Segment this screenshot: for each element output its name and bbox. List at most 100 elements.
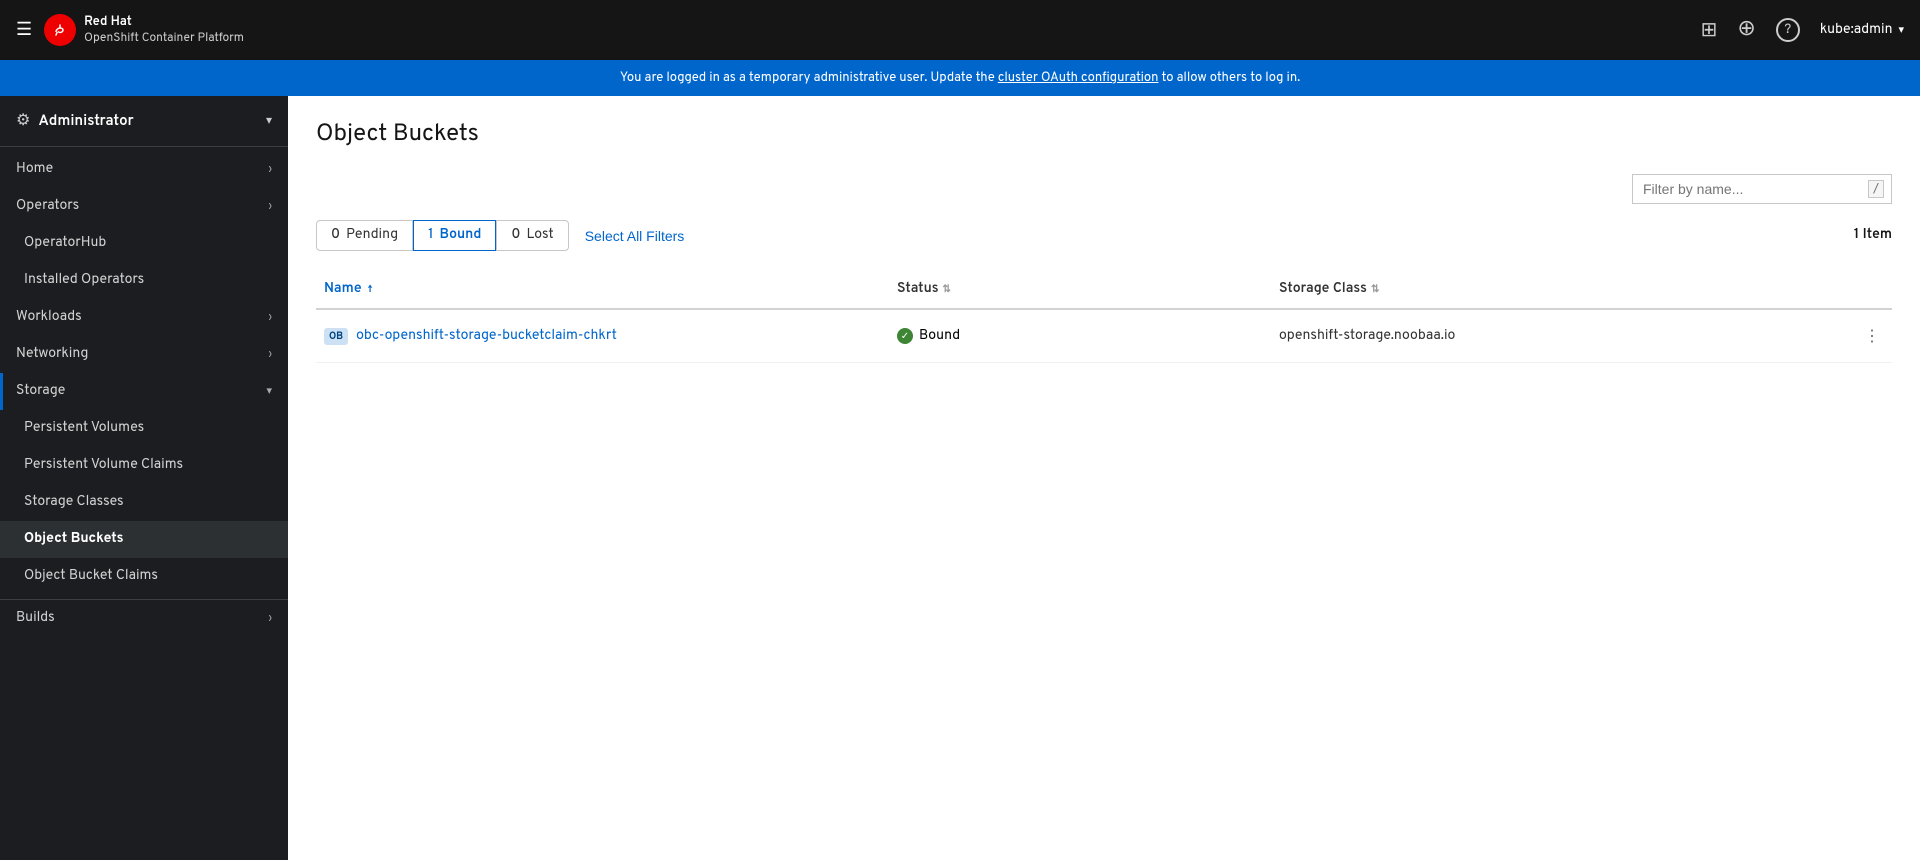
object-bucket-link[interactable]: obc-openshift-storage-bucketclaim-chkrt (356, 328, 617, 345)
banner-message-end: to allow others to log in. (1162, 70, 1301, 86)
topbar-right: ⊞ ⊕ ? kube:admin ▾ (1701, 16, 1904, 44)
sidebar-item-networking[interactable]: Networking › (0, 336, 288, 373)
col-name-label: Name (324, 281, 362, 298)
filter-badge-lost[interactable]: 0 Lost (496, 220, 568, 251)
table: Name ↑ Status ⇅ Storage Class ⇅ OB obc-o… (316, 271, 1892, 363)
pending-label: Pending (346, 227, 398, 244)
page-title: Object Buckets (316, 120, 1892, 150)
filter-input-wrap: / (1632, 174, 1892, 204)
logo-line1: Red Hat (84, 14, 244, 30)
sidebar-item-persistent-volumes[interactable]: Persistent Volumes (0, 410, 288, 447)
sidebar-item-object-buckets-label: Object Buckets (24, 531, 124, 548)
select-all-filters-button[interactable]: Select All Filters (585, 228, 685, 244)
filter-badge-pending[interactable]: 0 Pending (316, 220, 413, 251)
sidebar-item-workloads-label: Workloads (16, 309, 82, 326)
sidebar-nav: Home › Operators › OperatorHub Installed… (0, 147, 288, 860)
redhat-logo-icon (44, 14, 76, 46)
logo-line2: OpenShift Container Platform (84, 30, 244, 46)
bound-count: 1 (428, 227, 433, 244)
banner-message: You are logged in as a temporary adminis… (620, 70, 998, 86)
sidebar-item-networking-label: Networking (16, 346, 88, 363)
col-header-status[interactable]: Status ⇅ (897, 281, 1279, 298)
storage-class-value: openshift-storage.noobaa.io (1279, 328, 1455, 345)
filter-badge-bound[interactable]: 1 Bound (413, 220, 496, 251)
row-kebab-button[interactable]: ⋮ (1856, 322, 1888, 350)
col-storage-label: Storage Class (1279, 281, 1367, 298)
lost-count: 0 (511, 227, 520, 244)
sidebar-item-storage-classes-label: Storage Classes (24, 494, 124, 511)
sidebar-workloads-chevron: › (269, 311, 272, 325)
sidebar-item-operatorhub-label: OperatorHub (24, 235, 106, 252)
sidebar-role-label: Administrator (38, 112, 133, 131)
table-header: Name ↑ Status ⇅ Storage Class ⇅ (316, 271, 1892, 310)
storage-sort-icon: ⇅ (1371, 283, 1379, 296)
hamburger-icon[interactable]: ☰ (16, 19, 32, 42)
sidebar-item-home[interactable]: Home › (0, 151, 288, 188)
sidebar-item-workloads[interactable]: Workloads › (0, 299, 288, 336)
main-content: Object Buckets / 0 Pending 1 Bound 0 Los… (288, 96, 1920, 860)
cell-actions: ⋮ (1852, 322, 1892, 350)
banner-link[interactable]: cluster OAuth configuration (998, 70, 1159, 86)
cell-name: OB obc-openshift-storage-bucketclaim-chk… (316, 328, 897, 345)
user-menu[interactable]: kube:admin ▾ (1820, 22, 1904, 39)
sidebar-networking-chevron: › (269, 348, 272, 362)
sidebar-storage-chevron: ▾ (266, 384, 272, 399)
user-label: kube:admin (1820, 22, 1893, 39)
sidebar-role-chevron: ▾ (266, 113, 272, 129)
sidebar-item-builds-label: Builds (16, 610, 55, 627)
sidebar-item-object-buckets[interactable]: Object Buckets (0, 521, 288, 558)
cell-status: ✓ Bound (897, 328, 1279, 345)
apps-grid-icon[interactable]: ⊞ (1701, 17, 1718, 44)
sidebar-item-pvc-label: Persistent Volume Claims (24, 457, 183, 474)
col-header-storage[interactable]: Storage Class ⇅ (1279, 281, 1852, 298)
pending-count: 0 (331, 227, 340, 244)
item-count: 1 Item (1854, 227, 1892, 244)
sidebar-item-storage-label: Storage (16, 383, 65, 400)
user-chevron: ▾ (1898, 23, 1904, 38)
cell-storage-class: openshift-storage.noobaa.io (1279, 328, 1852, 345)
info-banner: You are logged in as a temporary adminis… (0, 60, 1920, 96)
sidebar-builds-chevron: › (269, 612, 272, 626)
table-row: OB obc-openshift-storage-bucketclaim-chk… (316, 310, 1892, 363)
sidebar-item-builds[interactable]: Builds › (0, 599, 288, 637)
sidebar-operators-chevron: › (269, 200, 272, 214)
sidebar-item-operators[interactable]: Operators › (0, 188, 288, 225)
filter-row: / (316, 174, 1892, 204)
bound-status-icon: ✓ (897, 328, 913, 344)
filter-badges: 0 Pending 1 Bound 0 Lost Select All Filt… (316, 220, 1892, 251)
ob-badge: OB (324, 328, 348, 345)
sidebar-home-chevron: › (269, 163, 272, 177)
logo-text: Red Hat OpenShift Container Platform (84, 14, 244, 46)
sidebar-item-home-label: Home (16, 161, 53, 178)
status-label: Bound (919, 328, 960, 345)
sidebar-item-operatorhub[interactable]: OperatorHub (0, 225, 288, 262)
topbar-left: ☰ Red Hat OpenShift Container Platform (16, 14, 1701, 46)
main-layout: ⚙ Administrator ▾ Home › Operators › Ope… (0, 96, 1920, 860)
col-header-name[interactable]: Name ↑ (316, 281, 897, 298)
sidebar-item-storage-classes[interactable]: Storage Classes (0, 484, 288, 521)
sidebar-item-operators-label: Operators (16, 198, 79, 215)
admin-icon: ⚙ (16, 110, 30, 132)
bound-label: Bound (439, 227, 481, 244)
help-icon[interactable]: ? (1776, 18, 1800, 42)
sidebar-item-pv-label: Persistent Volumes (24, 420, 144, 437)
sidebar-role-left: ⚙ Administrator (16, 110, 134, 132)
status-sort-icon: ⇅ (943, 283, 951, 296)
lost-label: Lost (526, 227, 553, 244)
filter-input[interactable] (1632, 174, 1892, 204)
sidebar: ⚙ Administrator ▾ Home › Operators › Ope… (0, 96, 288, 860)
redhat-svg (50, 20, 70, 40)
filter-slash-icon: / (1868, 180, 1884, 198)
topbar: ☰ Red Hat OpenShift Container Platform ⊞… (0, 0, 1920, 60)
sidebar-item-persistent-volume-claims[interactable]: Persistent Volume Claims (0, 447, 288, 484)
name-sort-asc-icon: ↑ (368, 283, 373, 296)
redhat-logo: Red Hat OpenShift Container Platform (44, 14, 244, 46)
col-status-label: Status (897, 281, 939, 298)
sidebar-item-installed-operators[interactable]: Installed Operators (0, 262, 288, 299)
sidebar-item-installed-operators-label: Installed Operators (24, 272, 144, 289)
sidebar-item-object-bucket-claims-label: Object Bucket Claims (24, 568, 158, 585)
sidebar-item-storage[interactable]: Storage ▾ (0, 373, 288, 410)
add-icon[interactable]: ⊕ (1737, 16, 1755, 44)
sidebar-item-object-bucket-claims[interactable]: Object Bucket Claims (0, 558, 288, 595)
sidebar-role[interactable]: ⚙ Administrator ▾ (0, 96, 288, 147)
